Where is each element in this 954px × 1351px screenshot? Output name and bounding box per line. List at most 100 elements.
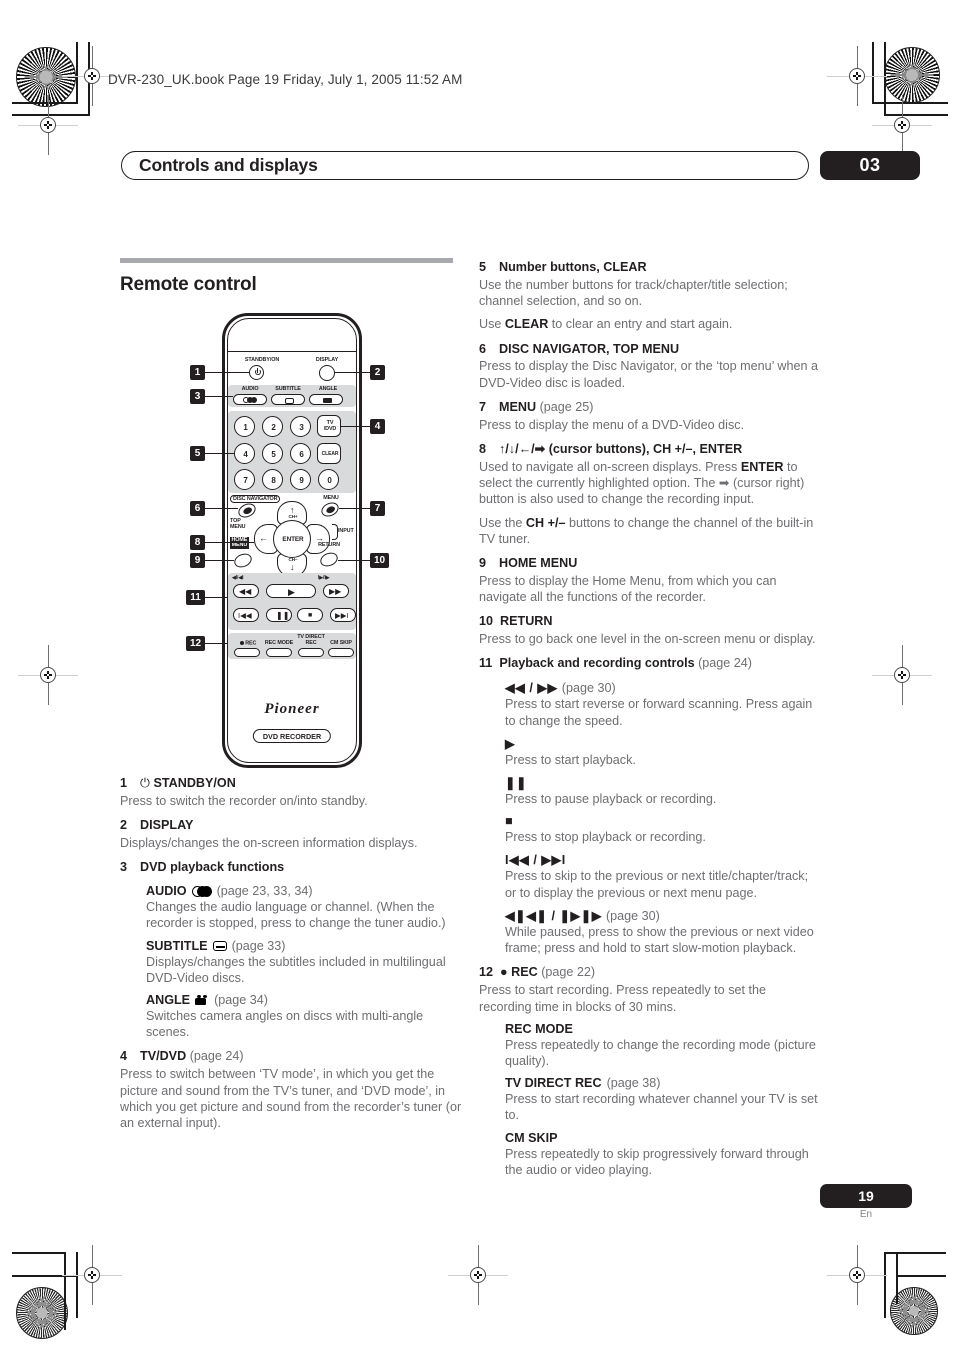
entry-11: 11 Playback and recording controls (page… (479, 656, 821, 956)
number-button-3[interactable]: 3 (290, 416, 311, 437)
disc-navigator-icon (242, 506, 254, 516)
subtitle-sub-body: Displays/changes the subtitles included … (146, 954, 446, 985)
entry-4-body: Press to switch between ‘TV mode’, in wh… (120, 1067, 462, 1131)
registration-crosshair-top-left (62, 46, 122, 106)
audio-sub-body: Changes the audio language or channel. (… (146, 900, 446, 931)
frame-step-body: While paused, press to show the previous… (505, 924, 814, 956)
scan-forward-button[interactable]: ▶▶ (323, 584, 349, 598)
crop-line (76, 1252, 78, 1318)
sub-scan: ◀◀ / ▶▶ (page 30) Press to start reverse… (505, 680, 821, 728)
crop-line (12, 1252, 66, 1254)
frame-step-glyphs: ◀❚◀❚ / ❚▶❚▶ (page 30) (505, 908, 660, 923)
entry-6-head: 6 DISC NAVIGATOR, TOP MENU (479, 342, 821, 358)
number-button-8[interactable]: 8 (262, 469, 283, 490)
clear-button[interactable]: CLEAR (317, 443, 341, 464)
scan-body: Press to start reverse or forward scanni… (505, 697, 813, 728)
entry-label: ↑/↓/←/➡ (cursor buttons), CH +/–, ENTER (499, 441, 743, 456)
tv-direct-rec-button[interactable] (298, 648, 324, 657)
callout-leader (335, 372, 370, 374)
entry-3-head: 3 DVD playback functions (120, 860, 466, 876)
skip-next-button[interactable]: ▶▶I (330, 608, 356, 622)
entry-1-head: 1 ⏻ STANDBY/ON (120, 776, 466, 792)
scan-glyphs: ◀◀ / ▶▶ (page 30) (505, 681, 616, 696)
stop-glyph: ■ (505, 814, 514, 829)
number-button-5[interactable]: 5 (262, 443, 283, 464)
left-column-text: 1 ⏻ STANDBY/ON Press to switch the recor… (120, 776, 466, 1140)
book-file-header: DVR-230_UK.book Page 19 Friday, July 1, … (108, 72, 463, 87)
slow-reverse-marking: ◀I/◀I (232, 575, 244, 581)
tv-direct-rec-label-line2: REC (305, 640, 317, 646)
entry-number: 9 (479, 556, 487, 571)
angle-icon (195, 994, 209, 1005)
sub-skip: I◀◀ / ▶▶I Press to skip to the previous … (505, 852, 821, 900)
entry-number: 10 (479, 614, 494, 629)
left-column: Remote control (120, 258, 466, 306)
skip-previous-button[interactable]: I◀◀ (233, 608, 259, 622)
home-menu-label-line2: MENU (231, 541, 248, 548)
number-button-2[interactable]: 2 (262, 416, 283, 437)
entry-5-body: Use the number buttons for track/chapter… (479, 277, 788, 309)
number-button-9[interactable]: 9 (290, 469, 311, 490)
play-button[interactable]: ▶ (266, 584, 316, 598)
enter-button[interactable]: ENTER (273, 520, 311, 558)
registration-crosshair-bottom-center (448, 1245, 508, 1305)
audio-sub-head: AUDIO (page 23, 33, 34) (146, 884, 466, 898)
registration-crosshair-bottom-right (827, 1245, 887, 1305)
rec-mode-body: Press repeatedly to change the recording… (505, 1037, 816, 1068)
entry-label: ⏻ STANDBY/ON (140, 776, 236, 790)
entry-number: 8 (479, 441, 487, 456)
sub-tv-direct-rec: TV DIRECT REC (page 38) Press to start r… (505, 1076, 821, 1123)
cm-skip-button[interactable] (328, 648, 354, 657)
callout-10: 10 (370, 553, 389, 568)
rec-button[interactable] (234, 648, 260, 657)
enter-label: ENTER (282, 536, 304, 543)
scan-forward-icon: ▶▶ (329, 587, 342, 596)
crop-line (872, 42, 874, 104)
callout-leader (338, 560, 370, 562)
standby-button[interactable] (249, 365, 264, 380)
number-button-label: 8 (271, 475, 276, 485)
audio-button[interactable] (233, 394, 267, 405)
sub-cm-skip: CM SKIP Press repeatedly to skip progres… (505, 1131, 821, 1178)
entry-3-sub-audio: AUDIO (page 23, 33, 34) Changes the audi… (146, 884, 466, 931)
power-glyph-icon: ⏻ (140, 776, 150, 790)
number-button-7[interactable]: 7 (234, 469, 255, 490)
ch-up-label: CH+ (288, 514, 298, 519)
pause-button[interactable]: ❚❚ (266, 608, 292, 622)
remote-top-divider (228, 351, 356, 353)
sub-rec-mode: REC MODE Press repeatedly to change the … (505, 1022, 821, 1069)
number-button-1[interactable]: 1 (234, 416, 255, 437)
entry-number: 7 (479, 399, 487, 414)
cm-skip-head: CM SKIP (505, 1130, 558, 1145)
number-button-6[interactable]: 6 (290, 443, 311, 464)
page-number: 19 (858, 1188, 874, 1204)
callout-leader (205, 542, 254, 544)
stop-button[interactable]: ■ (297, 608, 323, 622)
subtitle-button[interactable] (271, 394, 305, 405)
callout-7: 7 (370, 501, 385, 516)
display-button[interactable] (319, 365, 335, 381)
slow-forward-marking: I▶/I▶ (318, 575, 330, 581)
scan-reverse-button[interactable]: ◀◀ (233, 584, 259, 598)
number-button-label: 6 (299, 449, 304, 459)
rec-mode-button[interactable] (266, 648, 292, 657)
page-ref: (page 22) (541, 965, 596, 980)
return-label: RETURN (318, 542, 340, 548)
callout-leader (205, 453, 234, 455)
subtitle-icon (212, 940, 227, 951)
remote-control-figure: STANDBY/ON DISPLAY AUDIO SUBTITLE ANGLE … (120, 305, 470, 775)
subtitle-sub-head: SUBTITLE (page 33) (146, 939, 466, 953)
entry-1-body: Press to switch the recorder on/into sta… (120, 793, 368, 808)
tv-dvd-button[interactable]: TV /DVD (317, 415, 341, 437)
number-button-0[interactable]: 0 (318, 469, 339, 490)
entry-5-head: 5 Number buttons, CLEAR (479, 260, 821, 276)
entry-11-head: 11 Playback and recording controls (page… (479, 656, 821, 672)
callout-leader (205, 396, 233, 398)
angle-button[interactable] (309, 394, 343, 405)
callout-11: 11 (186, 590, 205, 605)
cm-skip-body: Press repeatedly to skip progressively f… (505, 1146, 809, 1177)
number-button-4[interactable]: 4 (234, 443, 255, 464)
page-ref: (page 30) (561, 681, 616, 696)
entry-5-body-2: Use CLEAR to clear an entry and start ag… (479, 317, 733, 332)
chapter-title: Controls and displays (139, 155, 318, 175)
